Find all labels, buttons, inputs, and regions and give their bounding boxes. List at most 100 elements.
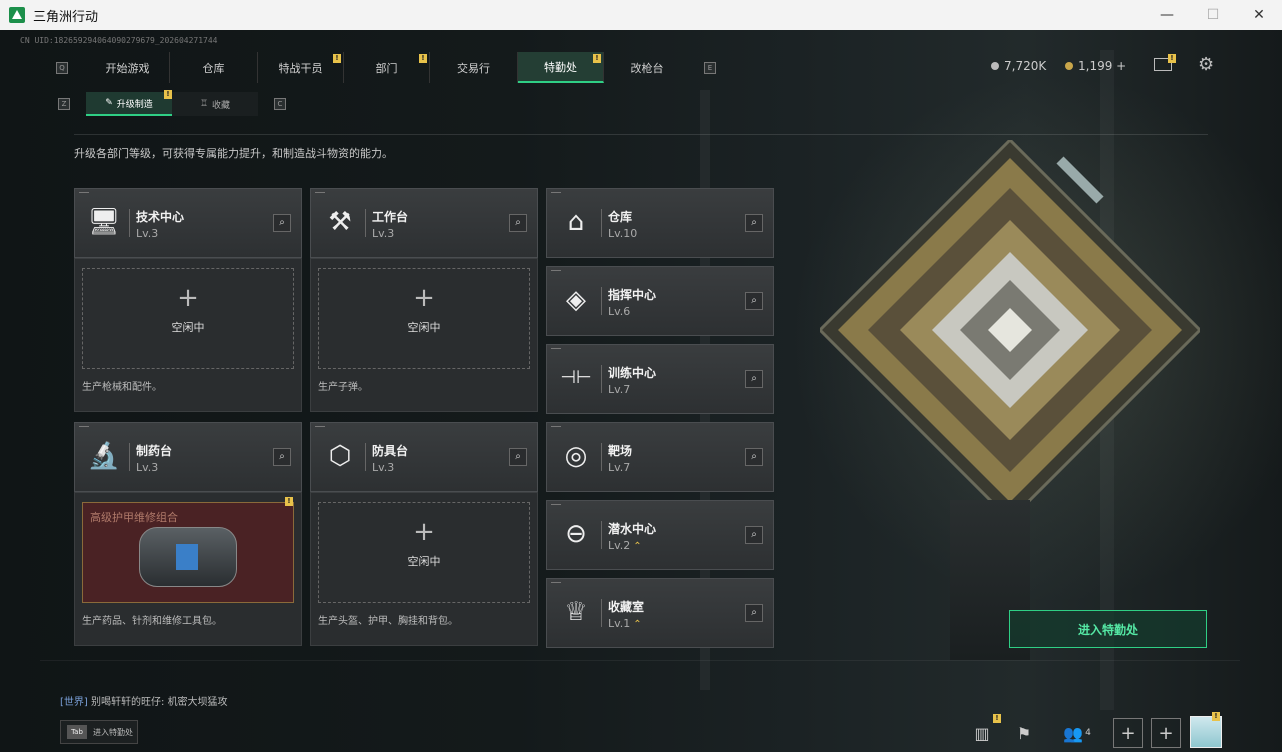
- slot-status: 空闲中: [407, 555, 441, 568]
- notification-badge: !: [419, 54, 427, 63]
- subtab-collection[interactable]: ♖ 收藏: [172, 92, 258, 116]
- tab-hint-enter-special-ops[interactable]: Tab 进入特勤处: [60, 720, 138, 744]
- target-icon: ◎: [564, 441, 588, 471]
- department-card-shooting-range[interactable]: ◎ 靶场 Lv.7 ⌕: [546, 422, 774, 492]
- station-name: 制药台: [136, 444, 173, 458]
- page-description: 升级各部门等级，可获得专属能力提升，和制造战斗物资的能力。: [74, 147, 393, 160]
- notification-badge: !: [285, 497, 293, 506]
- settings-gear-icon[interactable]: ⚙: [1198, 54, 1214, 75]
- department-card-collection-room[interactable]: ♕ 收藏室 Lv.1 ⌃ ⌕: [546, 578, 774, 648]
- tab-gunsmith[interactable]: 改枪台: [604, 52, 690, 83]
- department-level: Lv.1 ⌃: [608, 617, 642, 630]
- trophy-icon: ♖: [199, 99, 209, 109]
- notification-badge: !: [593, 54, 601, 63]
- plus-icon: +: [177, 283, 199, 313]
- department-card-diving-center[interactable]: ⊖ 潜水中心 Lv.2 ⌃ ⌕: [546, 500, 774, 570]
- dumbbell-icon: ⊣⊢: [560, 367, 592, 388]
- search-icon[interactable]: ⌕: [509, 214, 527, 232]
- station-level: Lv.3: [136, 227, 159, 240]
- tab-warehouse[interactable]: 仓库: [170, 52, 258, 83]
- wrench-icon: ✎: [105, 98, 113, 108]
- department-level: Lv.2 ⌃: [608, 539, 642, 552]
- production-slot-armor[interactable]: + 空闲中 生产头盔、护甲、胸挂和背包。: [310, 492, 538, 646]
- sub-nav: Z ✎ 升级制造 ! ♖ 收藏 C: [58, 90, 286, 116]
- station-level: Lv.3: [372, 461, 395, 474]
- window-title: 三角洲行动: [33, 9, 99, 25]
- subnav-next-key[interactable]: C: [274, 98, 286, 110]
- subtab-upgrade-craft[interactable]: ✎ 升级制造 !: [86, 90, 172, 116]
- department-level: Lv.7: [608, 383, 631, 396]
- product-name: 高级护甲维修组合: [90, 511, 178, 524]
- tab-market[interactable]: 交易行: [430, 52, 518, 83]
- notification-badge: !: [164, 90, 172, 99]
- repair-kit-bag-image: [139, 527, 237, 587]
- station-name: 工作台: [372, 210, 409, 224]
- search-icon[interactable]: ⌕: [745, 448, 763, 466]
- department-card-command-center[interactable]: ◈ 指挥中心 Lv.6 ⌕: [546, 266, 774, 336]
- station-name: 技术中心: [136, 210, 185, 224]
- department-level: Lv.6: [608, 305, 631, 318]
- tools-icon: ⚒: [328, 207, 352, 237]
- search-icon[interactable]: ⌕: [745, 214, 763, 232]
- enter-special-ops-button[interactable]: 进入特勤处: [1009, 610, 1207, 648]
- station-card-pharmacy[interactable]: 🔬 制药台 Lv.3 ⌕: [74, 422, 302, 492]
- department-name: 指挥中心: [608, 288, 657, 302]
- slot-status: 空闲中: [407, 321, 441, 334]
- create-team-button[interactable]: +: [1151, 718, 1181, 748]
- gold-currency[interactable]: 1,199 +: [1065, 59, 1126, 73]
- station-card-workbench[interactable]: ⚒ 工作台 Lv.3 ⌕: [310, 188, 538, 258]
- plus-icon: +: [413, 517, 435, 547]
- search-icon[interactable]: ⌕: [745, 292, 763, 310]
- tab-hint-label: 进入特勤处: [93, 727, 133, 737]
- department-card-training-center[interactable]: ⊣⊢ 训练中心 Lv.7 ⌕: [546, 344, 774, 414]
- station-card-tech-center[interactable]: 🖥 技术中心 Lv.3 ⌕: [74, 188, 302, 258]
- world-chat-line[interactable]: [世界] 别喝轩轩的旺仔: 机密大坝猛攻: [60, 693, 228, 708]
- special-ops-cube-illustration: [820, 140, 1200, 520]
- add-friend-button[interactable]: +: [1113, 718, 1143, 748]
- slot-status: 空闲中: [171, 321, 205, 334]
- department-card-warehouse[interactable]: ⌂ 仓库 Lv.10 ⌕: [546, 188, 774, 258]
- chip-icon: ◈: [566, 285, 586, 315]
- chat-message: 机密大坝猛攻: [167, 697, 228, 708]
- product-in-progress[interactable]: 高级护甲维修组合: [82, 502, 294, 603]
- slot-caption: 生产头盔、护甲、胸挂和背包。: [318, 616, 458, 627]
- upgrade-available-icon: ⌃: [633, 541, 642, 552]
- notification-badge: !: [1168, 54, 1176, 63]
- tab-department[interactable]: 部门!: [344, 52, 430, 83]
- vault-icon: ⌂: [567, 207, 585, 237]
- silver-currency: 7,720K: [991, 59, 1046, 73]
- maximize-button[interactable]: ☐: [1190, 0, 1236, 30]
- diving-mask-icon: ⊖: [565, 519, 587, 549]
- tab-key: Tab: [67, 725, 87, 739]
- monitor-icon: 🖥: [87, 207, 121, 237]
- main-nav: Q 开始游戏 仓库 特战干员! 部门! 交易行 特勤处! 改枪台 E: [56, 52, 716, 83]
- friends-button[interactable]: 👥 4: [1058, 718, 1096, 748]
- production-slot-pharmacy[interactable]: 高级护甲维修组合 ! 生产药品、针剂和维修工具包。: [74, 492, 302, 646]
- station-card-armor-bench[interactable]: ⬡ 防具台 Lv.3 ⌕: [310, 422, 538, 492]
- search-icon[interactable]: ⌕: [745, 370, 763, 388]
- slot-caption: 生产枪械和配件。: [82, 382, 162, 393]
- slot-caption: 生产药品、针剂和维修工具包。: [82, 616, 222, 627]
- title-bar: 三角洲行动 — ☐ ✕: [0, 0, 1282, 30]
- search-icon[interactable]: ⌕: [509, 448, 527, 466]
- minimize-button[interactable]: —: [1144, 0, 1190, 30]
- upgrade-available-icon: ⌃: [633, 619, 642, 630]
- notification-badge: !: [333, 54, 341, 63]
- flag-icon[interactable]: ⚑: [1009, 718, 1039, 748]
- game-screen: CN UID:182659294064090279679_20260427174…: [0, 30, 1282, 752]
- close-button[interactable]: ✕: [1236, 0, 1282, 30]
- tab-special-ops[interactable]: 特勤处!: [518, 52, 604, 83]
- nav-prev-key[interactable]: Q: [56, 61, 68, 74]
- chat-sender: 别喝轩轩的旺仔:: [91, 697, 165, 708]
- search-icon[interactable]: ⌕: [273, 214, 291, 232]
- tab-start-game[interactable]: 开始游戏: [86, 52, 170, 83]
- search-icon[interactable]: ⌕: [745, 604, 763, 622]
- subnav-prev-key[interactable]: Z: [58, 98, 70, 110]
- tab-operators[interactable]: 特战干员!: [258, 52, 344, 83]
- production-slot-tech[interactable]: + 空闲中 生产枪械和配件。: [74, 258, 302, 412]
- production-slot-workbench[interactable]: + 空闲中 生产子弹。: [310, 258, 538, 412]
- nav-next-key[interactable]: E: [704, 61, 716, 74]
- search-icon[interactable]: ⌕: [745, 526, 763, 544]
- search-icon[interactable]: ⌕: [273, 448, 291, 466]
- station-level: Lv.3: [372, 227, 395, 240]
